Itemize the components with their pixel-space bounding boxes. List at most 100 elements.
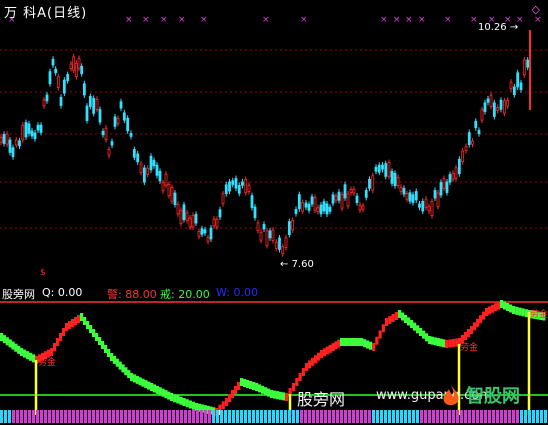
candle-body	[377, 164, 381, 173]
strip-tick	[516, 410, 519, 423]
candle-body	[374, 166, 378, 172]
candle-body	[88, 96, 92, 107]
candle-body	[322, 201, 326, 212]
strip-tick	[116, 410, 119, 423]
candle-body	[54, 68, 58, 74]
indicator-step	[394, 312, 398, 320]
candle-body	[209, 227, 213, 240]
candle-body	[451, 172, 455, 180]
top-marker: ×	[262, 15, 270, 25]
indicator-step	[95, 333, 99, 341]
signal-label-2: 劳金	[460, 343, 479, 353]
indicator-step	[381, 324, 385, 333]
diamond-icon[interactable]: ◇	[532, 3, 540, 16]
strip-tick	[404, 410, 407, 423]
candle-body	[176, 203, 180, 215]
strip-tick	[108, 410, 111, 423]
strip-tick	[40, 410, 43, 423]
candle-body	[310, 196, 314, 205]
watermark-brand: 智股网	[466, 386, 520, 407]
indicator-step	[65, 323, 69, 331]
indicator-step	[425, 333, 429, 342]
strip-tick	[528, 410, 531, 423]
strip-tick	[28, 410, 31, 423]
indicator-step	[342, 338, 347, 346]
candle-body	[271, 229, 275, 241]
indicator-step	[195, 403, 199, 411]
candle-body	[346, 193, 350, 207]
strip-tick	[188, 410, 191, 423]
candle-body	[287, 221, 291, 235]
strip-tick	[72, 410, 75, 423]
candle-body	[334, 195, 338, 201]
candle-body	[69, 63, 73, 70]
indicator-step	[270, 390, 274, 398]
strip-tick	[180, 410, 183, 423]
top-marker: ×	[405, 15, 413, 25]
strip-tick	[356, 410, 359, 423]
candle-body	[132, 149, 136, 158]
indicator-step	[428, 336, 432, 344]
candle-body	[206, 237, 210, 242]
candle-body	[512, 86, 516, 96]
strip-tick	[496, 410, 499, 423]
candle-body	[355, 195, 359, 204]
indicator-step	[17, 345, 21, 354]
indicator-step	[176, 395, 180, 404]
strip-tick	[420, 410, 423, 423]
indicator-step	[479, 315, 483, 324]
strip-tick	[316, 410, 319, 423]
strip-tick	[56, 410, 59, 423]
candle-body	[42, 99, 46, 107]
candle-body	[436, 192, 440, 207]
candle-body	[188, 217, 192, 228]
top-marker: ×	[418, 15, 426, 25]
candle-body	[92, 97, 96, 114]
candle-body	[281, 246, 285, 255]
candle-body	[509, 81, 513, 90]
indicator-step	[32, 354, 36, 363]
indicator-step	[305, 363, 309, 371]
indicator-step	[419, 328, 423, 336]
indicator-step	[445, 340, 449, 348]
candle-body	[358, 204, 362, 211]
strip-tick	[260, 410, 263, 423]
strip-tick	[224, 410, 227, 423]
strip-tick	[380, 410, 383, 423]
indicator-step	[62, 328, 66, 336]
indicator-step	[354, 338, 358, 346]
candle-body	[139, 163, 143, 173]
strip-tick	[236, 410, 239, 423]
candle-body	[405, 193, 409, 200]
strip-tick	[244, 410, 247, 423]
strip-tick	[344, 410, 347, 423]
indicator-step	[401, 312, 405, 321]
strip-tick	[340, 410, 343, 423]
candle-body	[399, 186, 403, 192]
indicator-step	[506, 303, 510, 311]
indicator-step	[308, 360, 312, 369]
indicator-step	[104, 345, 108, 353]
strip-tick	[544, 410, 547, 423]
chart-title: 万 科A(日线)	[4, 6, 88, 21]
candle-body	[253, 206, 257, 219]
indicator-step	[285, 393, 289, 401]
top-marker: ×	[393, 15, 401, 25]
candle-body	[461, 150, 465, 163]
candle-body	[390, 171, 394, 184]
strip-tick	[484, 410, 487, 423]
indicator-step	[147, 381, 151, 390]
price-chart[interactable]: × × × × × × × × × × × × × × × × × ×$	[0, 0, 548, 275]
strip-tick	[112, 410, 115, 423]
candle-body	[418, 203, 421, 208]
strip-tick	[252, 410, 255, 423]
candle-body	[349, 188, 353, 193]
candle-body	[414, 191, 418, 201]
indicator-step	[112, 355, 117, 364]
low-price-label: ← 7.60	[280, 259, 314, 270]
strip-tick	[4, 410, 7, 423]
strip-tick	[512, 410, 515, 423]
indicator-step	[311, 357, 315, 366]
candle-body	[85, 105, 89, 121]
strip-tick	[460, 410, 463, 423]
